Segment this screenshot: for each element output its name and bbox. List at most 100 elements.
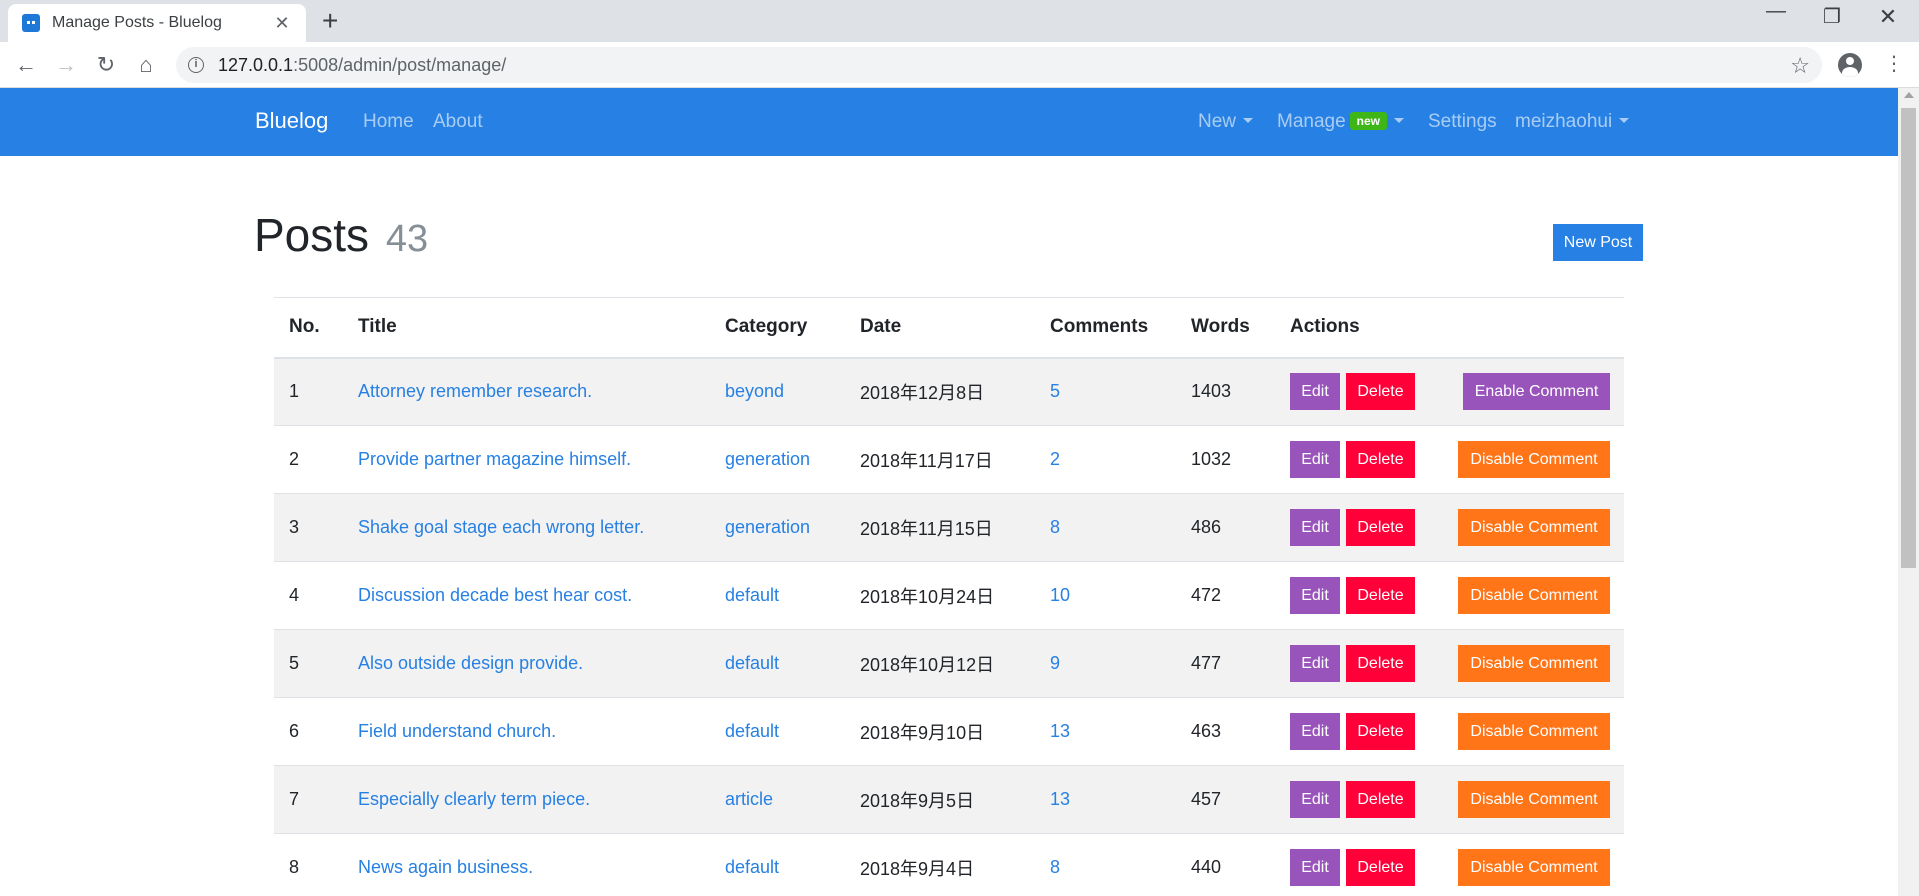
disable-comment-button[interactable]: Disable Comment: [1458, 781, 1610, 818]
tab-close-icon[interactable]: ✕: [272, 13, 292, 34]
bookmark-star-icon[interactable]: ☆: [1790, 53, 1810, 79]
window-minimize-icon[interactable]: —: [1756, 0, 1796, 23]
edit-button[interactable]: Edit: [1290, 849, 1340, 887]
disable-comment-button[interactable]: Disable Comment: [1458, 849, 1610, 887]
disable-comment-button[interactable]: Disable Comment: [1458, 577, 1610, 614]
disable-comment-button[interactable]: Disable Comment: [1458, 713, 1610, 750]
cell-no: 2: [274, 425, 343, 494]
category-link[interactable]: beyond: [725, 381, 784, 401]
profile-avatar-icon[interactable]: [1838, 53, 1862, 77]
edit-button[interactable]: Edit: [1290, 781, 1340, 818]
cell-category: article: [710, 765, 845, 834]
reload-icon[interactable]: ↻: [92, 51, 120, 79]
cell-comments: 8: [1035, 493, 1176, 562]
cell-toggle: Disable Comment: [1435, 561, 1624, 630]
col-header-no: No.: [274, 297, 343, 359]
post-title-link[interactable]: Attorney remember research.: [358, 381, 592, 401]
comments-count-link[interactable]: 9: [1050, 653, 1060, 673]
delete-button[interactable]: Delete: [1346, 849, 1415, 887]
edit-button[interactable]: Edit: [1290, 509, 1340, 546]
post-title-link[interactable]: Especially clearly term piece.: [358, 789, 590, 809]
edit-button[interactable]: Edit: [1290, 373, 1340, 411]
back-arrow-icon[interactable]: ←: [12, 51, 40, 79]
cell-date: 2018年11月17日: [845, 425, 1035, 494]
cell-toggle: Enable Comment: [1435, 357, 1624, 426]
nav-user-dropdown[interactable]: meizhaohui: [1515, 111, 1630, 133]
cell-words: 1403: [1176, 357, 1275, 426]
browser-toolbar: ← → ↻ ⌂ i 127.0.0.1:5008/admin/post/mana…: [0, 42, 1919, 88]
comments-count-link[interactable]: 13: [1050, 789, 1070, 809]
address-bar[interactable]: i 127.0.0.1:5008/admin/post/manage/ ☆: [176, 47, 1822, 83]
delete-button[interactable]: Delete: [1346, 713, 1415, 750]
delete-button[interactable]: Delete: [1346, 509, 1415, 546]
comments-count-link[interactable]: 5: [1050, 381, 1060, 401]
table-row: 2 Provide partner magazine himself. genera…: [274, 425, 1624, 494]
comments-count-link[interactable]: 8: [1050, 517, 1060, 537]
edit-button[interactable]: Edit: [1290, 441, 1340, 478]
comments-count-link[interactable]: 8: [1050, 857, 1060, 877]
browser-menu-icon[interactable]: ⋮: [1884, 52, 1904, 76]
comments-count-link[interactable]: 13: [1050, 721, 1070, 741]
url-host: 127.0.0.1: [218, 54, 294, 75]
post-title-link[interactable]: Provide partner magazine himself.: [358, 449, 631, 469]
disable-comment-button[interactable]: Disable Comment: [1458, 441, 1610, 478]
delete-button[interactable]: Delete: [1346, 645, 1415, 682]
post-title-link[interactable]: Also outside design provide.: [358, 653, 583, 673]
category-link[interactable]: generation: [725, 517, 810, 537]
post-title-link[interactable]: Discussion decade best hear cost.: [358, 585, 632, 605]
cell-category: generation: [710, 493, 845, 562]
nav-manage-dropdown[interactable]: Manage new: [1277, 111, 1405, 133]
post-title-link[interactable]: Shake goal stage each wrong letter.: [358, 517, 644, 537]
nav-settings[interactable]: Settings: [1428, 111, 1497, 133]
col-header-title: Title: [343, 297, 710, 359]
disable-comment-button[interactable]: Disable Comment: [1458, 645, 1610, 682]
cell-title: News again business.: [343, 833, 710, 896]
category-link[interactable]: default: [725, 857, 779, 877]
comments-count-link[interactable]: 2: [1050, 449, 1060, 469]
cell-actions: Edit Delete: [1275, 425, 1435, 494]
post-count: 43: [385, 218, 429, 260]
category-link[interactable]: default: [725, 721, 779, 741]
cell-date: 2018年12月8日: [845, 357, 1035, 426]
forward-arrow-icon[interactable]: →: [52, 51, 80, 79]
cell-category: default: [710, 697, 845, 766]
post-title-link[interactable]: Field understand church.: [358, 721, 556, 741]
cell-comments: 2: [1035, 425, 1176, 494]
category-link[interactable]: generation: [725, 449, 810, 469]
comments-count-link[interactable]: 10: [1050, 585, 1070, 605]
delete-button[interactable]: Delete: [1346, 577, 1415, 614]
browser-tab[interactable]: Manage Posts - Bluelog ✕: [8, 4, 306, 42]
edit-button[interactable]: Edit: [1290, 577, 1340, 614]
scroll-up-arrow-icon[interactable]: [1904, 92, 1914, 98]
brand-link[interactable]: Bluelog: [255, 108, 328, 134]
nav-new-label: New: [1198, 111, 1237, 132]
new-post-button[interactable]: New Post: [1553, 224, 1643, 261]
cell-comments: 10: [1035, 561, 1176, 630]
edit-button[interactable]: Edit: [1290, 713, 1340, 750]
edit-button[interactable]: Edit: [1290, 645, 1340, 682]
scrollbar-thumb[interactable]: [1901, 108, 1916, 568]
home-icon[interactable]: ⌂: [132, 51, 160, 79]
nav-about[interactable]: About: [433, 111, 483, 133]
page-scrollbar[interactable]: [1898, 88, 1919, 896]
new-tab-icon[interactable]: +: [322, 6, 338, 36]
cell-words: 486: [1176, 493, 1275, 562]
delete-button[interactable]: Delete: [1346, 441, 1415, 478]
cell-title: Attorney remember research.: [343, 357, 710, 426]
post-title-link[interactable]: News again business.: [358, 857, 533, 877]
delete-button[interactable]: Delete: [1346, 781, 1415, 818]
site-info-icon[interactable]: i: [188, 57, 204, 73]
window-restore-icon[interactable]: ❐: [1812, 4, 1852, 29]
enable-comment-button[interactable]: Enable Comment: [1463, 373, 1610, 411]
category-link[interactable]: default: [725, 653, 779, 673]
nav-new-dropdown[interactable]: New: [1198, 111, 1254, 133]
category-link[interactable]: default: [725, 585, 779, 605]
cell-comments: 8: [1035, 833, 1176, 896]
nav-home[interactable]: Home: [363, 111, 414, 133]
col-header-actions: Actions: [1275, 297, 1435, 359]
cell-actions: Edit Delete: [1275, 765, 1435, 834]
delete-button[interactable]: Delete: [1346, 373, 1415, 411]
window-close-icon[interactable]: ✕: [1868, 4, 1908, 30]
disable-comment-button[interactable]: Disable Comment: [1458, 509, 1610, 546]
category-link[interactable]: article: [725, 789, 773, 809]
